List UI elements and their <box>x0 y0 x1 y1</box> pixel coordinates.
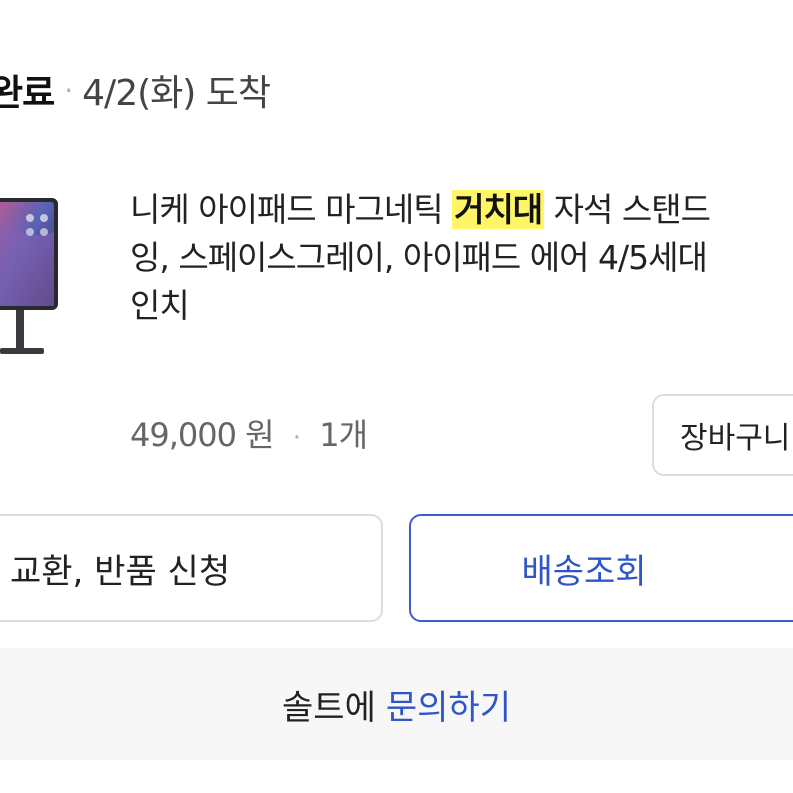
product-title[interactable]: 니케 아이패드 마그네틱 거치대 자석 스탠드 잉, 스페이스그레이, 아이패드… <box>130 186 793 330</box>
exchange-return-button[interactable]: 교환, 반품 신청 <box>0 514 383 622</box>
delivery-status-label: 완료 <box>0 73 55 114</box>
seller-inquiry-bar[interactable]: 솔트에 문의하기 <box>0 648 793 760</box>
product-title-line2: 잉, 스페이스그레이, 아이패드 에어 4/5세대 <box>130 238 708 277</box>
ipad-stand-image <box>0 198 58 354</box>
product-quantity: 1개 <box>319 416 368 454</box>
order-status-row: 완료 · 4/2(화) 도착 <box>0 62 271 118</box>
track-delivery-button[interactable]: 배송조회 <box>409 514 793 622</box>
product-price: 49,000 원 <box>130 416 275 454</box>
add-to-cart-button[interactable]: 장바구니 <box>652 394 793 476</box>
product-title-line3: 인치 <box>130 286 190 325</box>
arrival-date: 4/2(화) 도착 <box>82 73 271 114</box>
inquiry-seller-text: 솔트에 <box>282 687 376 728</box>
inquiry-link[interactable]: 문의하기 <box>386 680 511 729</box>
product-thumbnail[interactable] <box>0 196 60 358</box>
price-quantity-row: 49,000 원 · 1개 <box>130 410 368 456</box>
separator-dot: · <box>292 423 301 453</box>
separator-dot: · <box>64 73 73 107</box>
title-text-before: 니케 아이패드 마그네틱 <box>130 190 453 229</box>
product-title-line1: 니케 아이패드 마그네틱 거치대 자석 스탠드 <box>130 186 793 234</box>
title-search-highlight: 거치대 <box>452 190 545 229</box>
title-text-after: 자석 스탠드 <box>544 190 711 229</box>
